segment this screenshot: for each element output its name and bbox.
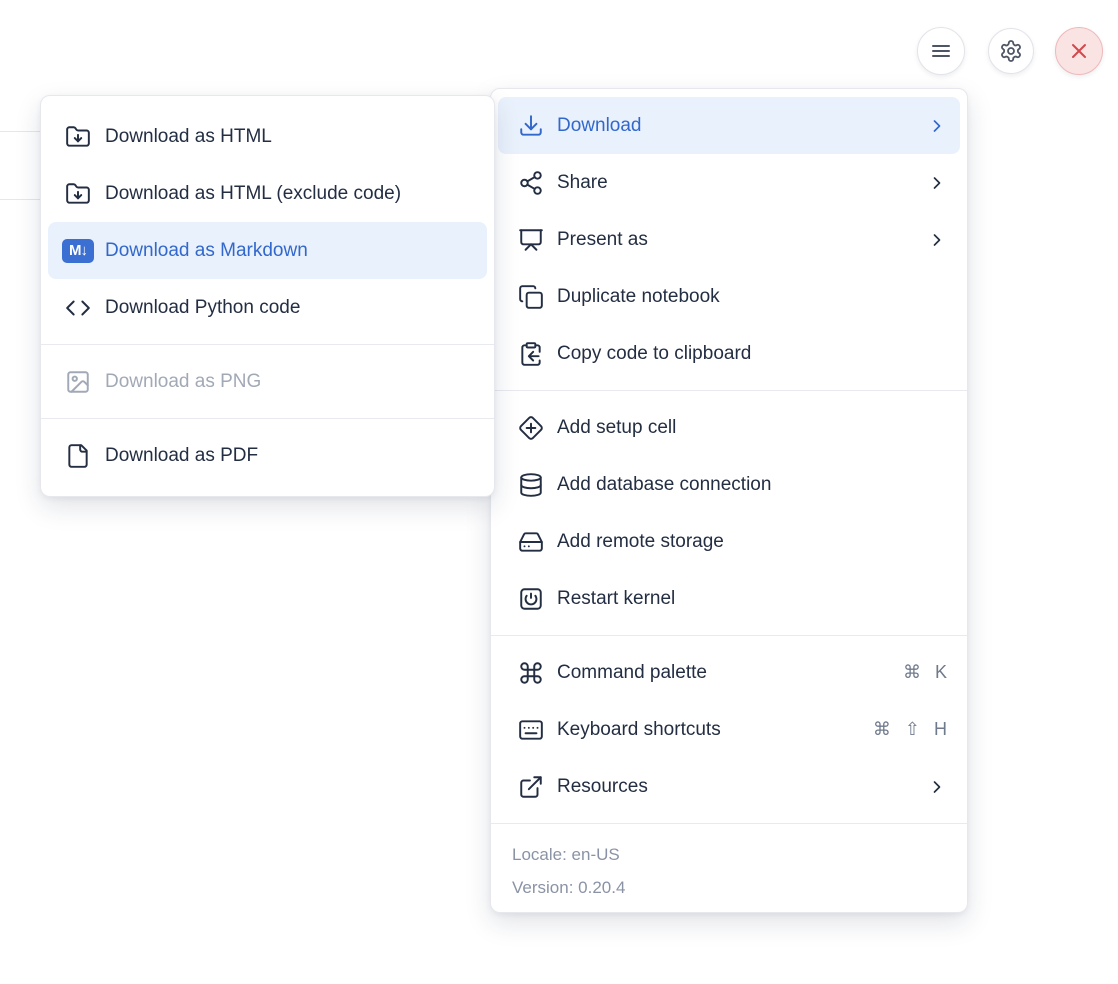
shortcut-hint: ⌘ ⇧ H	[873, 719, 947, 740]
menu-divider	[491, 635, 967, 636]
chevron-right-icon	[927, 230, 947, 250]
diamond-plus-icon	[518, 415, 544, 441]
presentation-icon	[518, 227, 544, 253]
menu-item-label: Command palette	[557, 662, 890, 684]
menu-item-restart-kernel[interactable]: Restart kernel	[498, 570, 960, 627]
menu-item-download-markdown[interactable]: M↓ Download as Markdown	[48, 222, 487, 279]
clipboard-copy-icon	[518, 341, 544, 367]
menu-item-label: Resources	[557, 776, 914, 798]
menu-item-label: Download as PNG	[105, 371, 474, 393]
chevron-right-icon	[927, 173, 947, 193]
menu-item-label: Download as PDF	[105, 445, 474, 467]
menu-item-present-as[interactable]: Present as	[498, 211, 960, 268]
menu-item-download-png: Download as PNG	[48, 353, 487, 410]
download-icon	[518, 113, 544, 139]
markdown-badge: M↓	[62, 239, 94, 263]
menu-item-label: Share	[557, 172, 914, 194]
menu-item-command-palette[interactable]: Command palette ⌘ K	[498, 644, 960, 701]
menu-divider	[41, 344, 494, 345]
hamburger-icon	[929, 39, 953, 63]
close-button[interactable]	[1055, 27, 1103, 75]
folder-down-icon	[65, 124, 91, 150]
folder-down-icon	[65, 181, 91, 207]
version-text: Version: 0.20.4	[512, 871, 946, 904]
menu-item-share[interactable]: Share	[498, 154, 960, 211]
menu-item-add-database-connection[interactable]: Add database connection	[498, 456, 960, 513]
background-rule-top	[0, 131, 41, 132]
menu-item-download-pdf[interactable]: Download as PDF	[48, 427, 487, 484]
notebook-actions-menu: Download Share Present as Duplicate note…	[490, 88, 968, 913]
menu-footer: Locale: en-US Version: 0.20.4	[498, 832, 960, 904]
code-icon	[65, 295, 91, 321]
menu-item-label: Download as HTML	[105, 126, 474, 148]
shortcut-hint: ⌘ K	[903, 662, 947, 683]
menu-item-download-html-exclude-code[interactable]: Download as HTML (exclude code)	[48, 165, 487, 222]
markdown-icon: M↓	[65, 238, 91, 264]
menu-item-add-setup-cell[interactable]: Add setup cell	[498, 399, 960, 456]
chevron-right-icon	[927, 777, 947, 797]
menu-item-keyboard-shortcuts[interactable]: Keyboard shortcuts ⌘ ⇧ H	[498, 701, 960, 758]
background-rule-bottom	[0, 199, 41, 200]
share-icon	[518, 170, 544, 196]
copy-icon	[518, 284, 544, 310]
menu-item-label: Keyboard shortcuts	[557, 719, 860, 741]
menu-item-download[interactable]: Download	[498, 97, 960, 154]
menu-item-download-html[interactable]: Download as HTML	[48, 108, 487, 165]
menu-item-label: Download	[557, 115, 914, 137]
menu-item-label: Download as HTML (exclude code)	[105, 183, 474, 205]
menu-divider	[491, 823, 967, 824]
menu-item-label: Add remote storage	[557, 531, 947, 553]
settings-button[interactable]	[988, 28, 1034, 74]
menu-item-label: Download Python code	[105, 297, 474, 319]
image-icon	[65, 369, 91, 395]
file-icon	[65, 443, 91, 469]
database-icon	[518, 472, 544, 498]
menu-divider	[41, 418, 494, 419]
menu-item-duplicate-notebook[interactable]: Duplicate notebook	[498, 268, 960, 325]
hamburger-menu-button[interactable]	[917, 27, 965, 75]
menu-item-copy-code[interactable]: Copy code to clipboard	[498, 325, 960, 382]
menu-item-label: Copy code to clipboard	[557, 343, 947, 365]
menu-item-label: Restart kernel	[557, 588, 947, 610]
command-icon	[518, 660, 544, 686]
download-submenu: Download as HTML Download as HTML (exclu…	[40, 95, 495, 497]
close-icon	[1067, 39, 1091, 63]
menu-item-download-python-code[interactable]: Download Python code	[48, 279, 487, 336]
menu-item-resources[interactable]: Resources	[498, 758, 960, 815]
keyboard-icon	[518, 717, 544, 743]
locale-text: Locale: en-US	[512, 838, 946, 871]
menu-item-label: Add setup cell	[557, 417, 947, 439]
hard-drive-icon	[518, 529, 544, 555]
menu-item-label: Present as	[557, 229, 914, 251]
power-icon	[518, 586, 544, 612]
menu-item-label: Duplicate notebook	[557, 286, 947, 308]
menu-item-label: Download as Markdown	[105, 240, 474, 262]
external-link-icon	[518, 774, 544, 800]
chevron-right-icon	[927, 116, 947, 136]
menu-item-add-remote-storage[interactable]: Add remote storage	[498, 513, 960, 570]
menu-item-label: Add database connection	[557, 474, 947, 496]
menu-divider	[491, 390, 967, 391]
gear-icon	[999, 39, 1023, 63]
